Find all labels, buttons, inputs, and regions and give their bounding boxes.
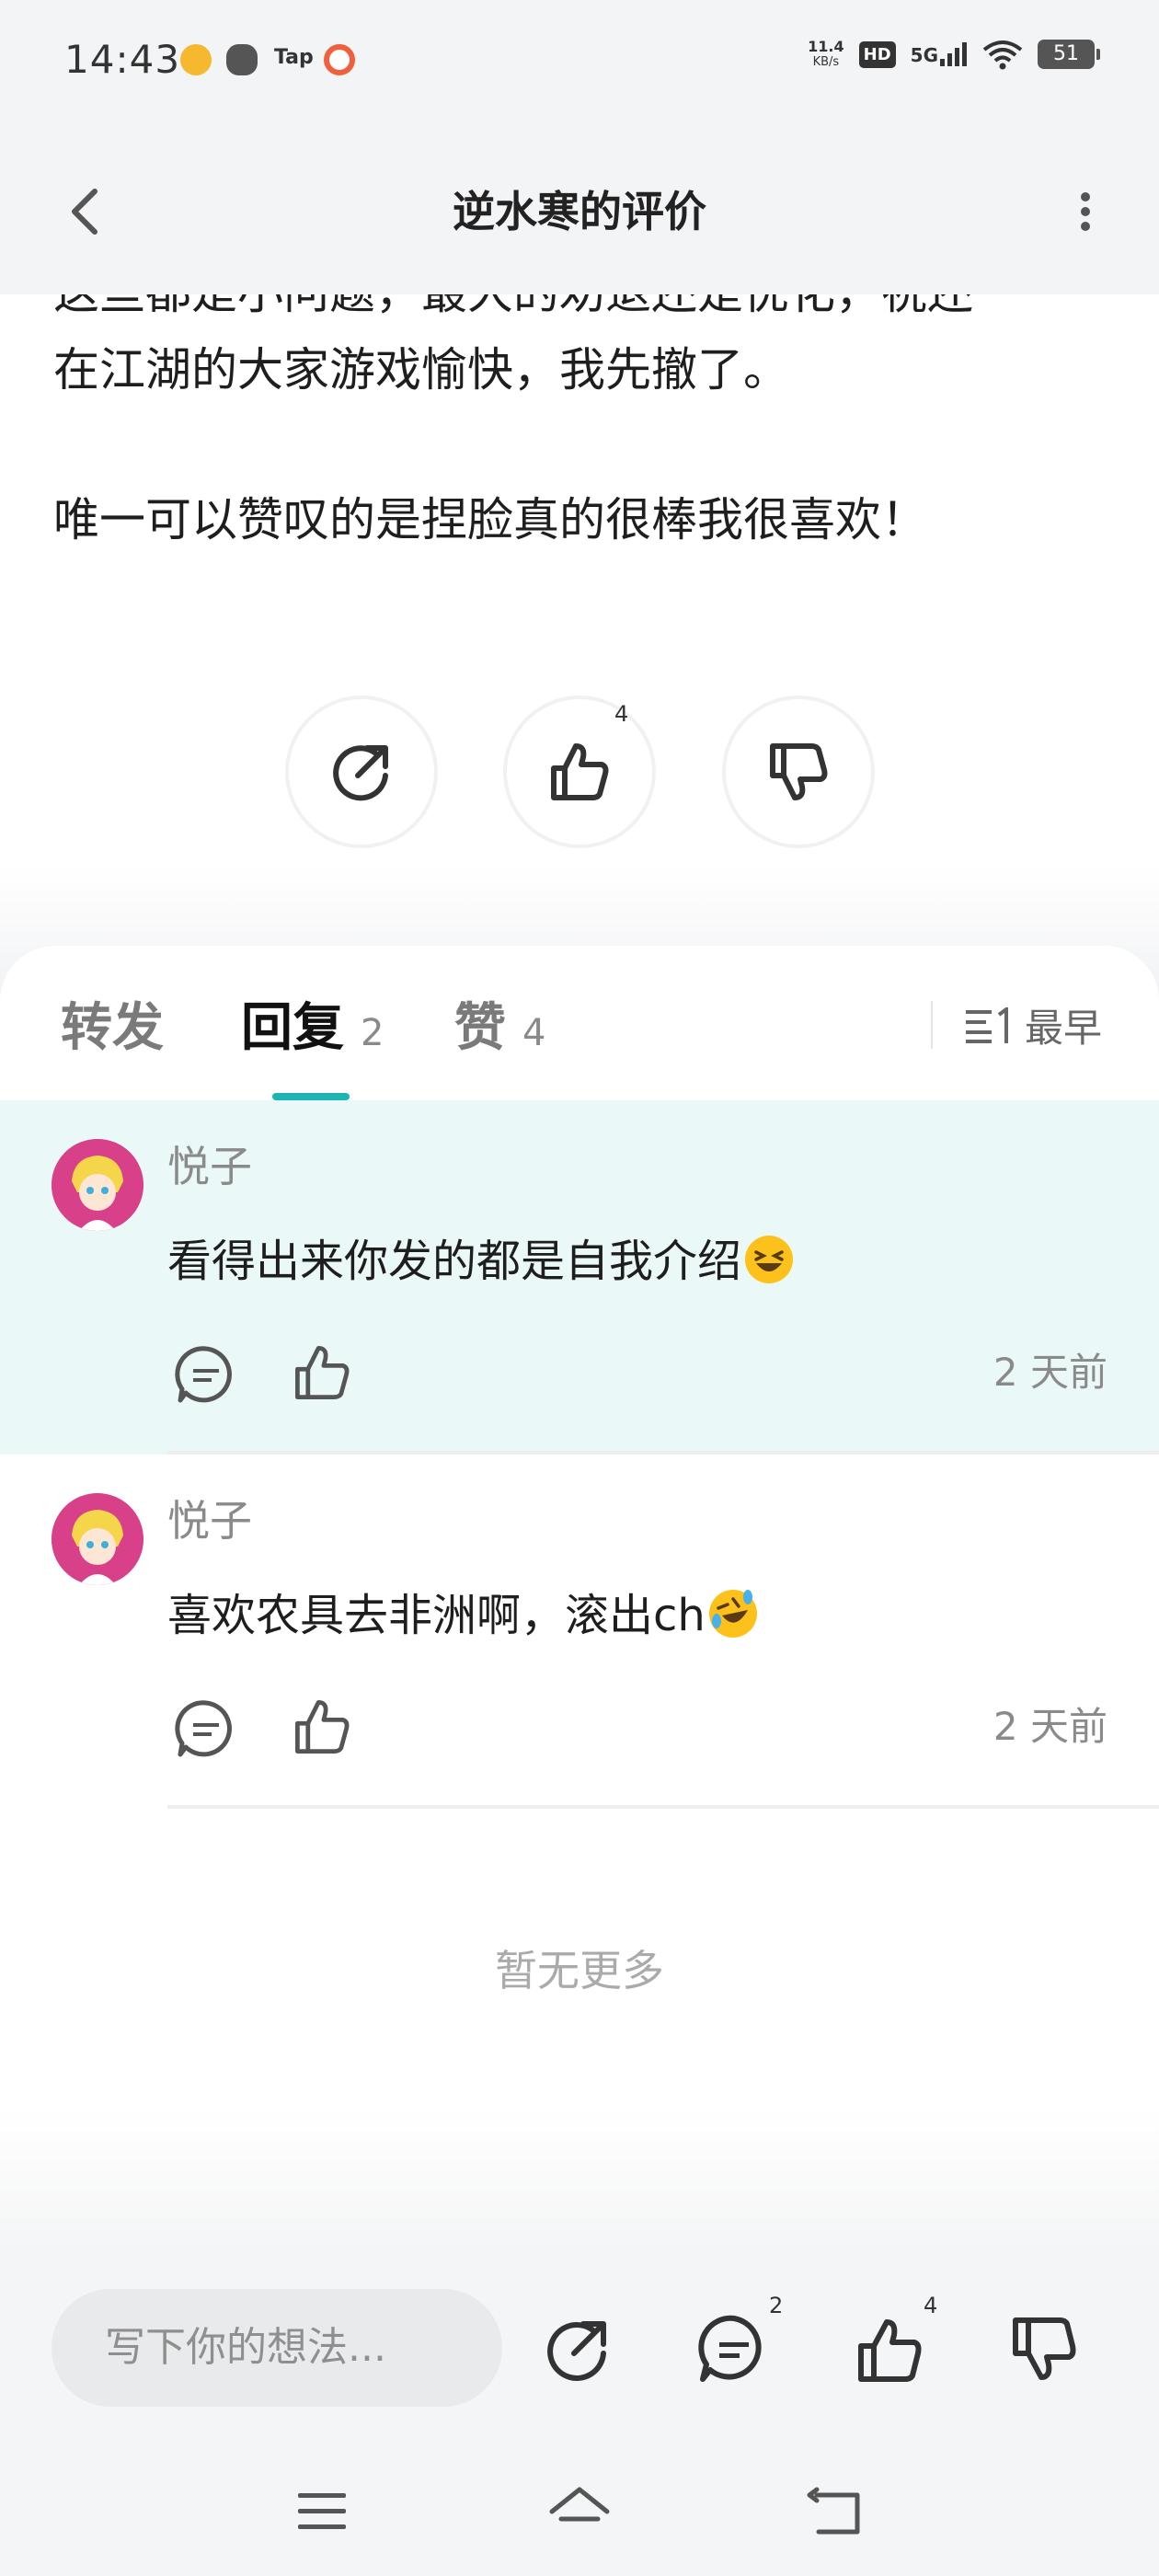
comment-text: 看得出来你发的都是自我介绍	[167, 1229, 795, 1294]
more-options-icon[interactable]	[1058, 175, 1113, 248]
grinning-squinting-face-icon	[745, 1236, 794, 1283]
thumbs-up-icon	[551, 743, 609, 800]
comment-time: 2 天前	[993, 1350, 1107, 1395]
battery-icon: 51	[1038, 40, 1100, 69]
net-speed: 11.4 KB/s	[808, 38, 844, 69]
reply-tabs: 转发 回复 2 赞4 最早	[0, 946, 1159, 1102]
menu-icon[interactable]	[289, 2478, 355, 2545]
comment-input[interactable]: 写下你的想法...	[52, 2289, 502, 2407]
review-content: 这些都是小问题，最大的劝退还是优化，祝还 在江湖的大家游戏愉快，我先撤了。 唯一…	[0, 294, 1159, 957]
thumbs-up-icon[interactable]	[852, 2311, 929, 2388]
comment-author[interactable]: 悦子	[167, 1139, 252, 1194]
comment-icon[interactable]	[695, 2311, 773, 2388]
comment-count: 2	[769, 2293, 784, 2318]
tap-app-icon: Tap	[274, 46, 314, 69]
review-text-line: 这些都是小问题，最大的劝退还是优化，祝还	[53, 294, 1106, 329]
tab-forward[interactable]: 转发	[61, 992, 164, 1065]
comment-item: 悦子 看得出来你发的都是自我介绍 2 天前	[0, 1100, 1159, 1455]
like-review-button[interactable]	[503, 696, 656, 848]
wifi-icon	[982, 40, 1023, 70]
sort-order-icon	[966, 1006, 1008, 1043]
review-like-count: 4	[614, 701, 629, 727]
page-title: 逆水寒的评价	[453, 187, 706, 236]
comment-time: 2 天前	[993, 1704, 1107, 1749]
page-header: 逆水寒的评价	[0, 120, 1159, 294]
tab-reply-count: 2	[361, 1012, 384, 1054]
dislike-review-button[interactable]	[722, 696, 875, 848]
active-tab-indicator	[272, 1093, 350, 1100]
thumbs-down-icon[interactable]	[1006, 2311, 1084, 2388]
thumbs-up-icon[interactable]	[287, 1692, 357, 1762]
bottom-fade	[0, 2107, 1159, 2254]
comment-author[interactable]: 悦子	[167, 1493, 252, 1548]
system-nav-bar	[0, 2447, 1159, 2576]
notification-app-icon	[226, 44, 258, 75]
like-count: 4	[924, 2293, 938, 2318]
avatar[interactable]	[52, 1493, 143, 1585]
notification-app-icon	[180, 44, 212, 75]
share-button[interactable]	[285, 696, 438, 848]
back-icon[interactable]	[804, 2478, 870, 2545]
reply-icon[interactable]	[173, 1696, 239, 1762]
sort-button[interactable]: 最早	[966, 997, 1102, 1053]
comment-text: 喜欢农具去非洲啊，滚出ch	[167, 1583, 759, 1648]
review-detail-page: 14:43 Tap 11.4 KB/s HD 5G 51 逆水寒的评价 在江湖的…	[0, 0, 1159, 2576]
share-icon	[333, 745, 388, 801]
hd-icon: HD	[858, 40, 896, 68]
comment-item: 悦子 喜欢农具去非洲啊，滚出ch 2 天前	[0, 1455, 1159, 1809]
thumbs-up-icon[interactable]	[287, 1338, 357, 1408]
home-icon[interactable]	[546, 2478, 613, 2545]
avatar[interactable]	[52, 1139, 143, 1231]
notification-app-icon	[324, 44, 355, 75]
divider	[167, 1805, 1159, 1809]
review-text-line: 在江湖的大家游戏愉快，我先撤了。	[53, 343, 789, 397]
tab-like-count: 4	[522, 1012, 546, 1054]
share-icon[interactable]	[539, 2311, 616, 2388]
signal-icon: 5G	[911, 42, 968, 66]
tab-like[interactable]: 赞4	[454, 992, 545, 1070]
reply-icon[interactable]	[173, 1341, 239, 1408]
status-time: 14:43	[64, 37, 181, 82]
list-end-text: 暂无更多	[495, 1946, 664, 1995]
rolling-on-floor-laughing-face-icon	[708, 1590, 757, 1638]
tab-reply[interactable]: 回复 2	[241, 992, 384, 1070]
sort-divider	[931, 1001, 933, 1049]
review-text-line: 唯一可以赞叹的是捏脸真的很棒我很喜欢！	[53, 493, 927, 546]
thumbs-down-icon	[770, 743, 828, 800]
status-indicators: 11.4 KB/s HD 5G 51	[808, 38, 1100, 70]
status-bar: 14:43 Tap 11.4 KB/s HD 5G 51	[0, 0, 1159, 120]
